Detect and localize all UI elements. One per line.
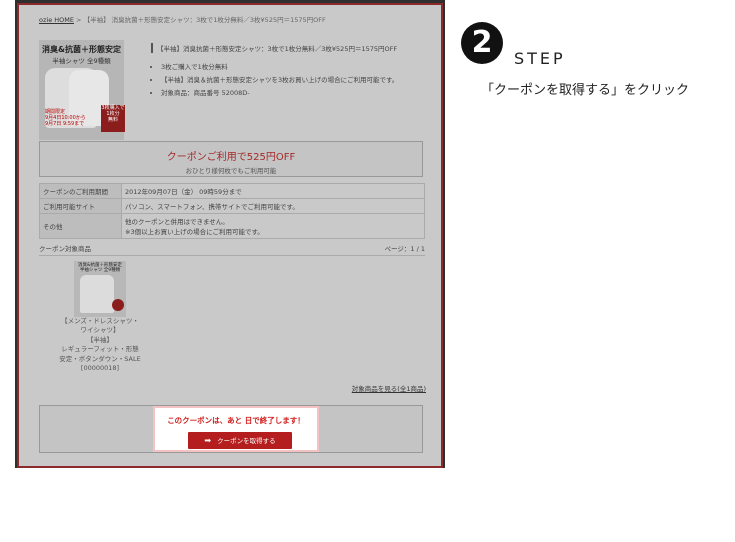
discount-banner: クーポンご利用で525円OFF おひとり様何枚でもご利用可能 xyxy=(39,141,423,177)
table-row: クーポンのご利用期間 2012年09月07日（金） 09時59分まで xyxy=(39,183,425,199)
info-value: 他のクーポンと併用はできません。 ※3個以上お買い上げの場合にご利用可能です。 xyxy=(121,213,425,239)
screenshot-frame: ozie HOME > 【半袖】 消臭抗菌＋形態安定シャツ：3枚で1枚分無料／3… xyxy=(17,3,443,468)
coupon-info-table: クーポンのご利用期間 2012年09月07日（金） 09時59分まで ご利用可能… xyxy=(39,183,425,239)
coupon-detail: 【半袖】消臭抗菌＋形態安定シャツ：3枚で1枚分無料／3枚¥525円＝1575円O… xyxy=(151,43,436,100)
thumbnail-badge xyxy=(112,299,124,311)
coupon-bullets: 3枚ご購入で1枚分無料 【半袖】消臭＆抗菌＋形態安定シャツを3枚お買い上げの場合… xyxy=(151,61,436,97)
info-label: ご利用可能サイト xyxy=(39,198,122,214)
coupon-bullet: 【半袖】消臭＆抗菌＋形態安定シャツを3枚お買い上げの場合にご利用可能です。 xyxy=(161,74,436,84)
breadcrumb: ozie HOME > 【半袖】 消臭抗菌＋形態安定シャツ：3枚で1枚分無料／3… xyxy=(39,14,326,24)
product-sale-period: 期間限定 9月4日10:00から 9月7日 9:59まで xyxy=(45,109,86,127)
info-label: その他 xyxy=(39,213,122,239)
breadcrumb-current: 【半袖】 消臭抗菌＋形態安定シャツ：3枚で1枚分無料／3枚¥525円＝1575円… xyxy=(83,16,326,24)
info-value: 2012年09月07日（金） 09時59分まで xyxy=(121,183,425,199)
info-label: クーポンのご利用期間 xyxy=(39,183,122,199)
product-name-link[interactable]: 【メンズ・ドレスシャツ・ワイシャツ】 【半袖】 レギュラーフィット・形態安定・ボ… xyxy=(59,317,141,374)
coupon-bullet: 対象商品：商品番号 52008D- xyxy=(161,87,436,97)
coupon-expiry-notice: このクーポンは、あと 日で終了します！ xyxy=(167,416,305,425)
info-value: パソコン、スマートフォン、携帯サイトでご利用可能です。 xyxy=(121,198,425,214)
product-free-badge: 3枚購入で 1枚分 無料 xyxy=(101,105,125,132)
step-instruction: 「クーポンを取得する」をクリック xyxy=(481,83,690,98)
breadcrumb-home-link[interactable]: ozie HOME xyxy=(39,16,74,24)
arrow-down-icon xyxy=(199,484,253,519)
table-row: その他 他のクーポンと併用はできません。 ※3個以上お買い上げの場合にご利用可能… xyxy=(39,213,425,239)
screenshot-panel: ozie HOME > 【半袖】 消臭抗菌＋形態安定シャツ：3枚で1枚分無料／3… xyxy=(15,0,445,468)
target-products-title: クーポン対象商品 xyxy=(39,245,91,253)
product-image: 消臭&抗菌＋形態安定 半袖シャツ 全9種類 期間限定 9月4日10:00から 9… xyxy=(39,40,125,140)
coupon-cta-box: このクーポンは、あと 日で終了します！ ➡ クーポンを取得する xyxy=(39,405,423,453)
discount-banner-main: クーポンご利用で525円OFF xyxy=(166,152,296,163)
discount-banner-sub: おひとり様何枚でもご利用可能 xyxy=(185,167,277,175)
thumbnail-title: 消臭&抗菌＋形態安定 半袖シャツ 全9種類 xyxy=(77,263,122,274)
see-all-products-link[interactable]: 対象商品を見る(全1商品) xyxy=(352,383,426,393)
page-indicator: ページ：1 / 1 xyxy=(384,245,425,253)
target-products-header: クーポン対象商品 ページ：1 / 1 xyxy=(39,243,425,256)
breadcrumb-separator: > xyxy=(73,16,84,24)
cta-highlight: このクーポンは、あと 日で終了します！ ➡ クーポンを取得する xyxy=(153,406,319,452)
step-number-badge: 2 xyxy=(461,22,503,64)
product-image-subtitle: 半袖シャツ 全9種類 xyxy=(52,57,111,65)
thumbnail-shirt xyxy=(80,275,114,313)
get-coupon-button[interactable]: ➡ クーポンを取得する xyxy=(188,432,292,449)
step-label: STEP xyxy=(514,49,566,68)
product-thumbnail[interactable]: 消臭&抗菌＋形態安定 半袖シャツ 全9種類 xyxy=(74,261,126,317)
coupon-bullet: 3枚ご購入で1枚分無料 xyxy=(161,61,436,71)
product-image-title: 消臭&抗菌＋形態安定 xyxy=(42,45,121,54)
arrow-right-icon: ➡ xyxy=(204,436,212,445)
coupon-page: ozie HOME > 【半袖】 消臭抗菌＋形態安定シャツ：3枚で1枚分無料／3… xyxy=(31,5,429,466)
coupon-title: 【半袖】消臭抗菌＋形態安定シャツ：3枚で1枚分無料／3枚¥525円＝1575円O… xyxy=(151,43,436,53)
get-coupon-button-label: クーポンを取得する xyxy=(217,437,276,445)
table-row: ご利用可能サイト パソコン、スマートフォン、携帯サイトでご利用可能です。 xyxy=(39,198,425,214)
